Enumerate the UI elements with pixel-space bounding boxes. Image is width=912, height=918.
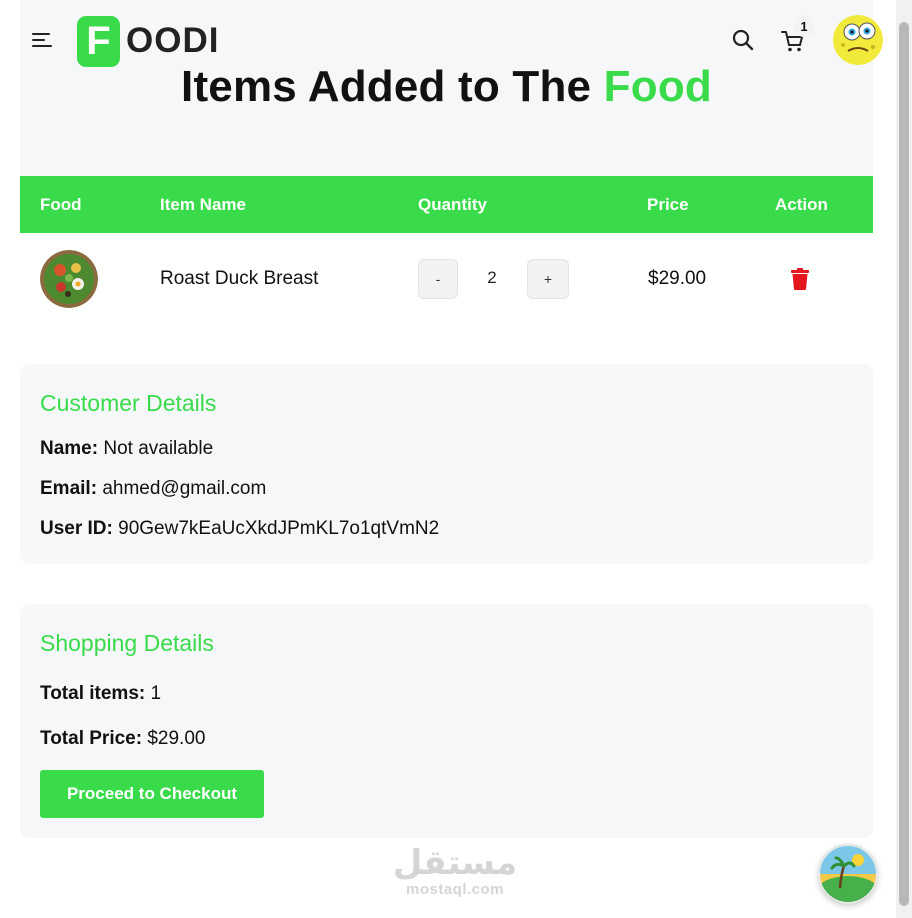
table-row: Roast Duck Breast - 2 + $29.00 <box>20 233 873 325</box>
header-quantity: Quantity <box>418 195 487 214</box>
checkout-button[interactable]: Proceed to Checkout <box>40 770 264 818</box>
avatar[interactable] <box>833 15 883 65</box>
decrement-button[interactable]: - <box>418 259 458 299</box>
watermark-latin: mostaql.com <box>405 881 505 898</box>
customer-user-id: User ID: 90Gew7kEaUcXkdJPmKL7o1qtVmN2 <box>40 518 440 539</box>
cart-count-badge: 1 <box>793 15 815 37</box>
header-item-name: Item Name <box>160 195 246 214</box>
item-name: Roast Duck Breast <box>160 268 319 289</box>
watermark-arabic: مستقل <box>392 843 518 883</box>
increment-button[interactable]: + <box>527 259 569 299</box>
header-action: Action <box>775 195 828 214</box>
total-price: Total Price: $29.00 <box>40 728 206 749</box>
table-header: Food Item Name Quantity Price Action <box>20 176 873 233</box>
scrollbar[interactable] <box>896 0 912 918</box>
search-icon[interactable] <box>731 28 755 52</box>
logo-text: OODI <box>126 21 220 60</box>
trash-icon[interactable] <box>791 268 809 290</box>
floating-chat-button[interactable] <box>818 844 878 904</box>
logo-mark: F <box>77 15 120 67</box>
watermark: مستقل mostaql.com <box>390 845 520 898</box>
shopping-details-title: Shopping Details <box>40 630 214 656</box>
customer-name: Name: Not available <box>40 438 214 459</box>
logo[interactable]: F OODI <box>77 15 219 67</box>
cart-table: Food Item Name Quantity Price Action Roa… <box>20 176 873 325</box>
page-title-accent: Food <box>603 62 712 111</box>
page-title: Items Added to The Food <box>181 62 712 111</box>
food-image <box>40 250 98 308</box>
header-food: Food <box>40 195 82 214</box>
scrollbar-thumb[interactable] <box>899 22 909 906</box>
customer-email: Email: ahmed@gmail.com <box>40 478 267 499</box>
quantity-value: 2 <box>487 268 497 287</box>
customer-details-title: Customer Details <box>40 390 217 416</box>
header-price: Price <box>647 195 689 214</box>
customer-details-card: Customer Details Name: Not available Ema… <box>20 364 873 564</box>
item-price: $29.00 <box>648 268 707 289</box>
menu-icon[interactable] <box>32 30 54 50</box>
total-items: Total items: 1 <box>40 683 162 704</box>
